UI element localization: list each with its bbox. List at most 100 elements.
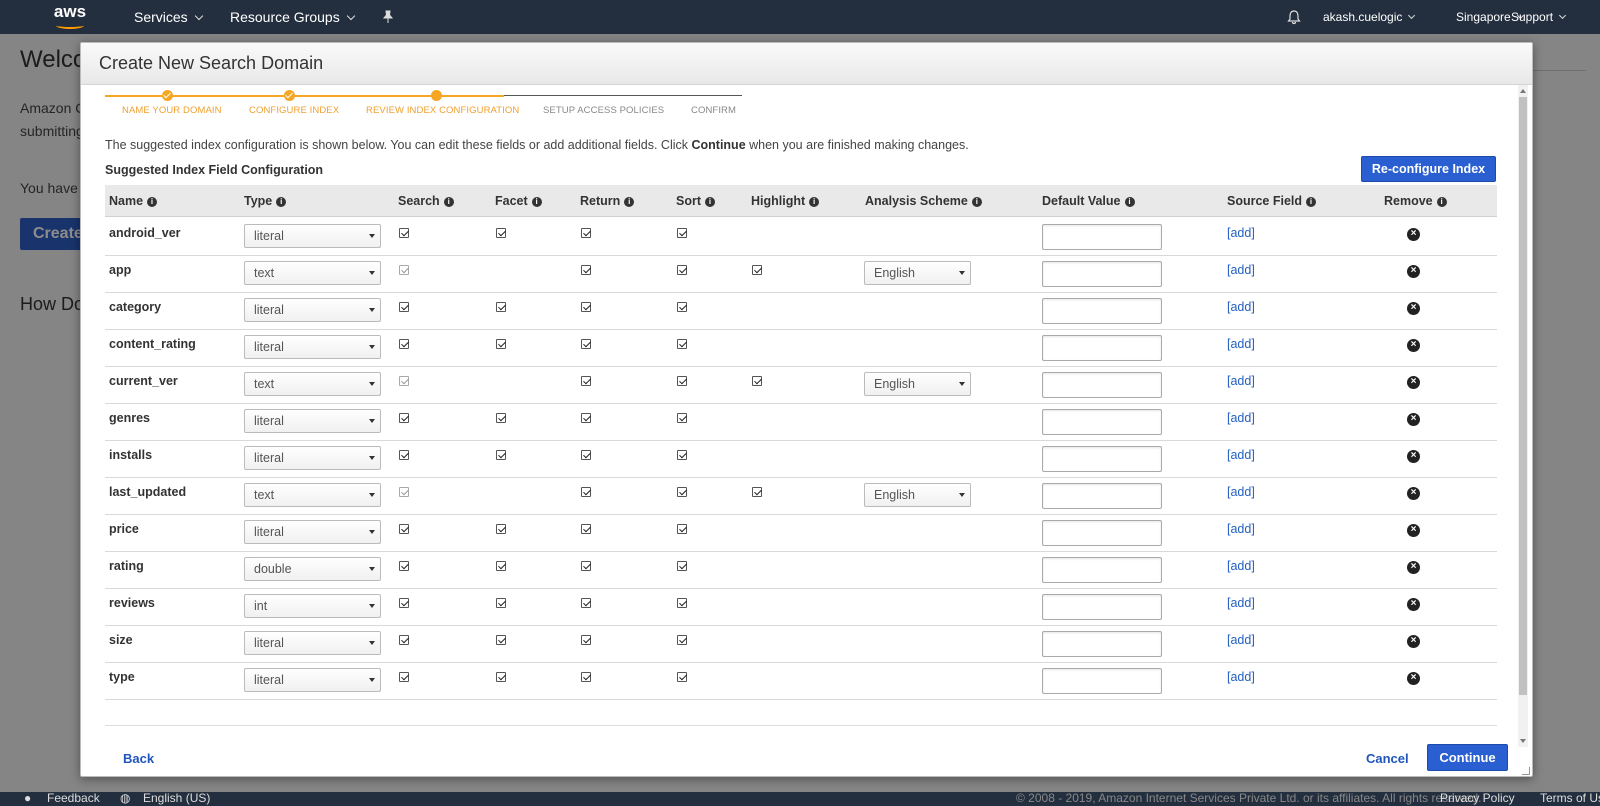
- facet-checkbox[interactable]: [496, 598, 506, 608]
- facet-checkbox[interactable]: [496, 339, 506, 349]
- type-select[interactable]: literal: [244, 224, 381, 248]
- modal-scrollbar[interactable]: [1518, 85, 1528, 747]
- highlight-checkbox[interactable]: [752, 265, 762, 275]
- facet-checkbox[interactable]: [496, 228, 506, 238]
- add-source-field-link[interactable]: [add]: [1227, 559, 1255, 573]
- add-source-field-link[interactable]: [add]: [1227, 300, 1255, 314]
- remove-field-icon[interactable]: ×: [1407, 598, 1420, 611]
- type-select[interactable]: literal: [244, 409, 381, 433]
- search-checkbox[interactable]: [399, 524, 409, 534]
- type-select[interactable]: text: [244, 372, 381, 396]
- remove-field-icon[interactable]: ×: [1407, 635, 1420, 648]
- analysis-scheme-select[interactable]: English: [864, 261, 971, 285]
- remove-field-icon[interactable]: ×: [1407, 561, 1420, 574]
- remove-field-icon[interactable]: ×: [1407, 228, 1420, 241]
- add-source-field-link[interactable]: [add]: [1227, 633, 1255, 647]
- sort-checkbox[interactable]: [677, 524, 687, 534]
- default-value-input[interactable]: [1042, 483, 1162, 509]
- add-source-field-link[interactable]: [add]: [1227, 448, 1255, 462]
- continue-button[interactable]: Continue: [1427, 744, 1508, 771]
- sort-checkbox[interactable]: [677, 487, 687, 497]
- return-checkbox[interactable]: [581, 672, 591, 682]
- sort-checkbox[interactable]: [677, 302, 687, 312]
- info-icon[interactable]: i: [443, 197, 454, 207]
- analysis-scheme-select[interactable]: English: [864, 372, 971, 396]
- add-source-field-link[interactable]: [add]: [1227, 263, 1255, 277]
- default-value-input[interactable]: [1042, 520, 1162, 546]
- facet-checkbox[interactable]: [496, 524, 506, 534]
- add-source-field-link[interactable]: [add]: [1227, 374, 1255, 388]
- search-checkbox[interactable]: [399, 561, 409, 571]
- return-checkbox[interactable]: [581, 339, 591, 349]
- remove-field-icon[interactable]: ×: [1407, 413, 1420, 426]
- feedback-link[interactable]: Feedback: [47, 792, 100, 805]
- info-icon[interactable]: i: [624, 197, 635, 207]
- resource-groups-menu[interactable]: Resource Groups: [230, 0, 355, 34]
- add-source-field-link[interactable]: [add]: [1227, 485, 1255, 499]
- pin-icon[interactable]: [381, 0, 395, 34]
- step-name-your-domain[interactable]: NAME YOUR DOMAIN: [122, 105, 222, 116]
- sort-checkbox[interactable]: [677, 265, 687, 275]
- type-select[interactable]: literal: [244, 631, 381, 655]
- sort-checkbox[interactable]: [677, 413, 687, 423]
- add-source-field-link[interactable]: [add]: [1227, 670, 1255, 684]
- user-menu[interactable]: akash.cuelogic: [1323, 0, 1416, 34]
- search-checkbox[interactable]: [399, 339, 409, 349]
- sort-checkbox[interactable]: [677, 376, 687, 386]
- resize-handle-icon[interactable]: [1522, 767, 1530, 775]
- cancel-button[interactable]: Cancel: [1366, 751, 1409, 766]
- remove-field-icon[interactable]: ×: [1407, 339, 1420, 352]
- search-checkbox[interactable]: [399, 413, 409, 423]
- highlight-checkbox[interactable]: [752, 376, 762, 386]
- terms-link[interactable]: Terms of Use: [1540, 792, 1600, 805]
- scroll-up-arrow-icon[interactable]: [1520, 89, 1526, 93]
- info-icon[interactable]: i: [531, 197, 542, 207]
- feedback-icon[interactable]: ●: [24, 792, 31, 805]
- remove-field-icon[interactable]: ×: [1407, 487, 1420, 500]
- info-icon[interactable]: i: [1436, 197, 1447, 207]
- default-value-input[interactable]: [1042, 668, 1162, 694]
- info-icon[interactable]: i: [147, 197, 158, 207]
- return-checkbox[interactable]: [581, 376, 591, 386]
- default-value-input[interactable]: [1042, 372, 1162, 398]
- add-source-field-link[interactable]: [add]: [1227, 226, 1255, 240]
- aws-logo[interactable]: aws: [50, 3, 90, 31]
- search-checkbox[interactable]: [399, 228, 409, 238]
- add-source-field-link[interactable]: [add]: [1227, 596, 1255, 610]
- back-button[interactable]: Back: [123, 751, 154, 766]
- return-checkbox[interactable]: [581, 635, 591, 645]
- search-checkbox[interactable]: [399, 635, 409, 645]
- facet-checkbox[interactable]: [496, 561, 506, 571]
- type-select[interactable]: text: [244, 261, 381, 285]
- support-menu[interactable]: Support: [1511, 0, 1567, 34]
- default-value-input[interactable]: [1042, 594, 1162, 620]
- search-checkbox[interactable]: [399, 598, 409, 608]
- return-checkbox[interactable]: [581, 228, 591, 238]
- type-select[interactable]: literal: [244, 520, 381, 544]
- type-select[interactable]: text: [244, 483, 381, 507]
- return-checkbox[interactable]: [581, 524, 591, 534]
- reconfigure-index-button[interactable]: Re-configure Index: [1361, 156, 1496, 182]
- return-checkbox[interactable]: [581, 265, 591, 275]
- analysis-scheme-select[interactable]: English: [864, 483, 971, 507]
- type-select[interactable]: int: [244, 594, 381, 618]
- search-checkbox[interactable]: [399, 302, 409, 312]
- return-checkbox[interactable]: [581, 598, 591, 608]
- language-selector[interactable]: English (US): [143, 792, 210, 805]
- return-checkbox[interactable]: [581, 450, 591, 460]
- type-select[interactable]: literal: [244, 298, 381, 322]
- facet-checkbox[interactable]: [496, 413, 506, 423]
- default-value-input[interactable]: [1042, 557, 1162, 583]
- default-value-input[interactable]: [1042, 224, 1162, 250]
- add-source-field-link[interactable]: [add]: [1227, 411, 1255, 425]
- info-icon[interactable]: i: [276, 197, 287, 207]
- add-source-field-link[interactable]: [add]: [1227, 522, 1255, 536]
- sort-checkbox[interactable]: [677, 339, 687, 349]
- remove-field-icon[interactable]: ×: [1407, 302, 1420, 315]
- info-icon[interactable]: i: [1306, 197, 1317, 207]
- sort-checkbox[interactable]: [677, 635, 687, 645]
- remove-field-icon[interactable]: ×: [1407, 265, 1420, 278]
- info-icon[interactable]: i: [809, 197, 820, 207]
- scroll-thumb[interactable]: [1519, 97, 1527, 695]
- sort-checkbox[interactable]: [677, 561, 687, 571]
